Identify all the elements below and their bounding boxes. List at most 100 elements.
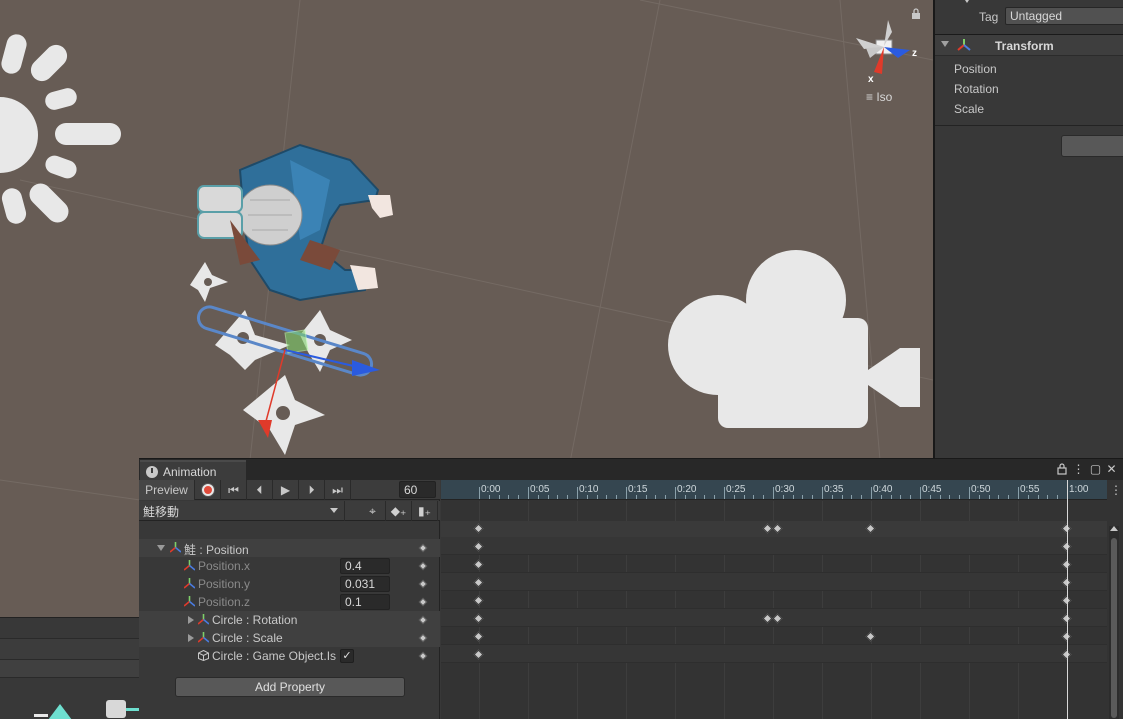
ruler-minor-tick xyxy=(596,495,598,499)
lock-icon[interactable] xyxy=(911,8,921,20)
frame-input[interactable]: 60 xyxy=(399,481,436,498)
transform-component-header[interactable]: Transform xyxy=(935,34,1123,56)
ruler-minor-tick xyxy=(890,495,892,499)
ruler-tick xyxy=(969,487,970,499)
keyframe-toggle-icon[interactable] xyxy=(418,561,428,571)
scrollbar-thumb[interactable] xyxy=(1111,538,1117,718)
keyframe-toggle-icon[interactable] xyxy=(418,597,428,607)
ruler-tick-label: 0:00 xyxy=(481,484,501,495)
transform-icon xyxy=(184,578,195,589)
foldout-closed-icon[interactable] xyxy=(188,634,194,642)
inspector-panel: Tag Untagged Transform Position Rotation… xyxy=(933,0,1123,458)
ruler-minor-tick xyxy=(998,495,1000,499)
foldout-arrow-icon[interactable] xyxy=(941,41,949,47)
kebab-menu-icon[interactable]: ⋮ xyxy=(1072,462,1085,476)
add-keyframe-icon: ◆₊ xyxy=(390,504,407,518)
tab-bar: Animation ⋮ ▢ ✕ xyxy=(139,459,1123,480)
dopesheet-row xyxy=(441,573,1107,591)
next-keyframe-button[interactable]: ⏵ xyxy=(299,480,325,500)
property-row-position[interactable]: 鮭 : Position xyxy=(139,539,440,557)
playhead[interactable] xyxy=(1067,480,1068,719)
ruler-tick xyxy=(1018,487,1019,499)
property-label: Position.y xyxy=(198,577,251,591)
add-event-button[interactable]: ▮₊ xyxy=(412,501,438,521)
transform-icon xyxy=(170,542,181,553)
ruler-minor-tick xyxy=(900,495,902,499)
position-y-field[interactable]: 0.031 xyxy=(340,576,390,592)
step-back-icon: ⏴ xyxy=(256,482,263,497)
ruler-minor-tick xyxy=(1057,495,1059,499)
record-button[interactable] xyxy=(195,480,221,500)
keyframe-toggle-icon[interactable] xyxy=(418,543,428,553)
position-z-field[interactable]: 0.1 xyxy=(340,594,390,610)
add-keyframe-button[interactable]: ◆₊ xyxy=(386,501,412,521)
ruler-minor-tick xyxy=(841,495,843,499)
add-event-icon: ▮₊ xyxy=(418,504,431,518)
ruler-tick-label: 0:55 xyxy=(1020,484,1040,495)
keyframe-toggle-icon[interactable] xyxy=(418,615,428,625)
ruler-tick-label: 0:35 xyxy=(824,484,844,495)
play-button[interactable]: ▶ xyxy=(273,480,299,500)
ruler-minor-tick xyxy=(792,495,794,499)
tag-dropdown[interactable]: Untagged xyxy=(1005,7,1123,25)
add-property-button[interactable]: Add Property xyxy=(175,677,405,697)
ruler-minor-tick xyxy=(851,495,853,499)
transform-icon xyxy=(198,632,209,643)
active-checkbox[interactable]: ✓ xyxy=(340,649,354,663)
skip-to-end-icon: ⏭ xyxy=(332,482,343,497)
add-component-button[interactable] xyxy=(1061,135,1123,157)
projection-toggle[interactable]: ≡ Iso xyxy=(866,90,892,104)
ruler-tick xyxy=(626,487,627,499)
scroll-up-arrow-icon[interactable] xyxy=(1110,526,1118,531)
record-icon xyxy=(201,484,214,496)
property-row-circle-rotation[interactable]: Circle : Rotation xyxy=(139,611,440,629)
ruler-tick-label: 0:20 xyxy=(677,484,697,495)
ruler-minor-tick xyxy=(861,495,863,499)
dopesheet[interactable]: 0:00 0:05 0:10 0:15 0:20 0:25 0:30 0:35 0:40 0:45… xyxy=(441,480,1123,719)
ruler-minor-tick xyxy=(508,495,510,499)
timeline-ruler[interactable]: 0:00 0:05 0:10 0:15 0:20 0:25 0:30 0:35 0:40 0:45… xyxy=(441,480,1107,500)
transform-title: Transform xyxy=(995,39,1054,53)
ruler-minor-tick xyxy=(655,495,657,499)
position-x-field[interactable]: 0.4 xyxy=(340,558,390,574)
ruler-minor-tick xyxy=(498,495,500,499)
ruler-tick-label: 0:40 xyxy=(873,484,893,495)
property-label: Position.z xyxy=(198,595,251,609)
property-row-position-z[interactable]: Position.z 0.1 xyxy=(139,593,440,611)
ruler-tick-label: 0:15 xyxy=(628,484,648,495)
keyframe-toggle-icon[interactable] xyxy=(418,633,428,643)
kebab-menu-icon[interactable]: ⋮ xyxy=(1110,483,1122,497)
asset-thumbnails[interactable] xyxy=(30,700,140,719)
foldout-closed-icon[interactable] xyxy=(188,616,194,624)
prev-keyframe-button[interactable]: ⏴ xyxy=(247,480,273,500)
preview-button[interactable]: Preview xyxy=(139,480,195,500)
tab-animation[interactable]: Animation xyxy=(140,460,246,480)
ruler-minor-tick xyxy=(714,495,716,499)
first-keyframe-button[interactable]: ⏮ xyxy=(221,480,247,500)
transform-icon xyxy=(184,560,195,571)
vertical-scrollbar[interactable] xyxy=(1109,526,1119,719)
ruler-minor-tick xyxy=(1027,495,1029,499)
lock-icon[interactable] xyxy=(1057,463,1067,475)
ruler-minor-tick xyxy=(586,495,588,499)
keyframe-toggle-icon[interactable] xyxy=(418,579,428,589)
ruler-minor-tick xyxy=(557,495,559,499)
property-row-circle-scale[interactable]: Circle : Scale xyxy=(139,629,440,647)
last-keyframe-button[interactable]: ⏭ xyxy=(325,480,351,500)
filter-selection-button[interactable]: ⌖ xyxy=(360,501,386,521)
orientation-gizmo xyxy=(856,20,910,74)
close-icon[interactable]: ✕ xyxy=(1105,462,1118,476)
property-row-position-x[interactable]: Position.x 0.4 xyxy=(139,557,440,575)
keyframe-toggle-icon[interactable] xyxy=(418,651,428,661)
clip-dropdown[interactable]: 鮭移動 xyxy=(139,501,345,521)
property-row-position-y[interactable]: Position.y 0.031 xyxy=(139,575,440,593)
position-label: Position xyxy=(954,62,997,76)
ruler-minor-tick xyxy=(694,495,696,499)
tag-row: Tag Untagged xyxy=(935,6,1123,28)
divider xyxy=(935,125,1123,126)
property-row-circle-gameobject[interactable]: Circle : Game Object.Is ✓ xyxy=(139,647,440,665)
maximize-icon[interactable]: ▢ xyxy=(1089,462,1102,476)
camera-gizmo-icon xyxy=(668,250,920,428)
foldout-open-icon[interactable] xyxy=(157,545,165,551)
property-list-panel: Preview ⏮ ⏴ ▶ ⏵ ⏭ 60 鮭移動 ⌖ ◆₊ ▮₊ 鮭 : Pos… xyxy=(139,480,440,719)
